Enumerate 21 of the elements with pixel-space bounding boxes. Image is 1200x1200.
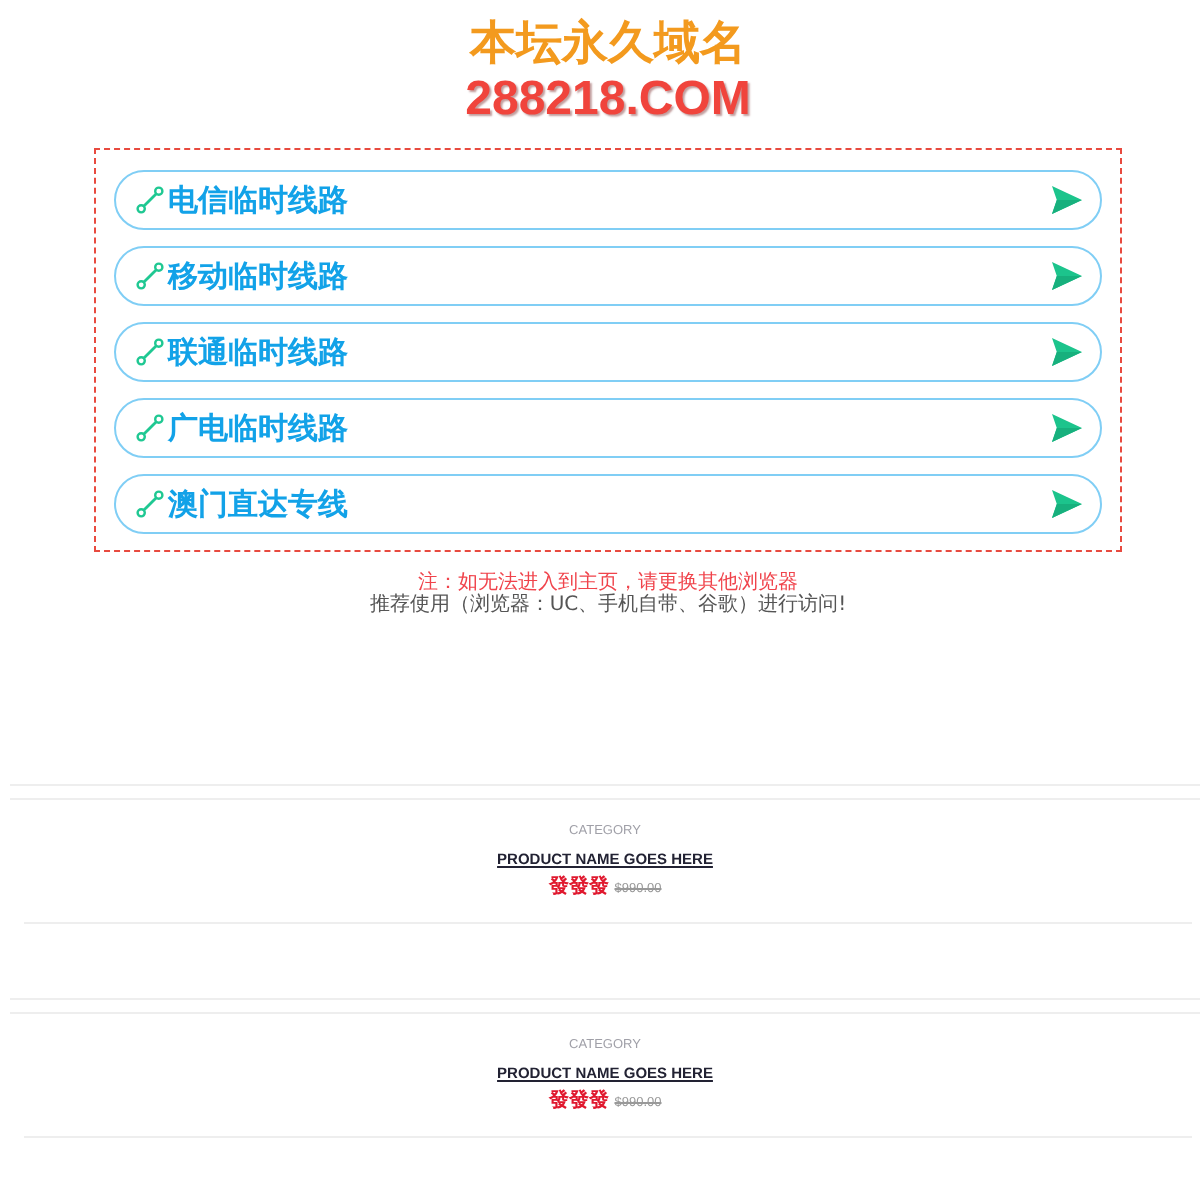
send-icon (1052, 186, 1082, 214)
domain-name: 288218.COM (465, 72, 751, 128)
send-icon (1052, 490, 1082, 518)
line-button[interactable]: 广电临时线路 (114, 398, 1102, 458)
node-link-icon (136, 490, 164, 518)
browser-tip: 推荐使用（浏览器：UC、手机自带、谷歌）进行访问! (369, 594, 847, 616)
node-link-icon (136, 338, 164, 366)
page-title: 本坛永久域名 (470, 16, 746, 72)
node-link-icon (136, 414, 164, 442)
node-link-icon (136, 262, 164, 290)
line-button[interactable]: 电信临时线路 (114, 170, 1102, 230)
send-icon (1052, 262, 1082, 290)
node-link-icon (136, 186, 164, 214)
send-icon (1052, 338, 1082, 366)
product-price: 發發發 (548, 876, 609, 900)
warning-note: 注：如无法进入到主页，请更换其他浏览器 (418, 572, 798, 594)
send-icon (1052, 414, 1082, 442)
line-button[interactable]: 联通临时线路 (114, 322, 1102, 382)
line-button[interactable]: 移动临时线路 (114, 246, 1102, 306)
line-button[interactable]: 澳门直达专线 (114, 474, 1102, 534)
product-price: 發發發 (548, 1090, 609, 1114)
